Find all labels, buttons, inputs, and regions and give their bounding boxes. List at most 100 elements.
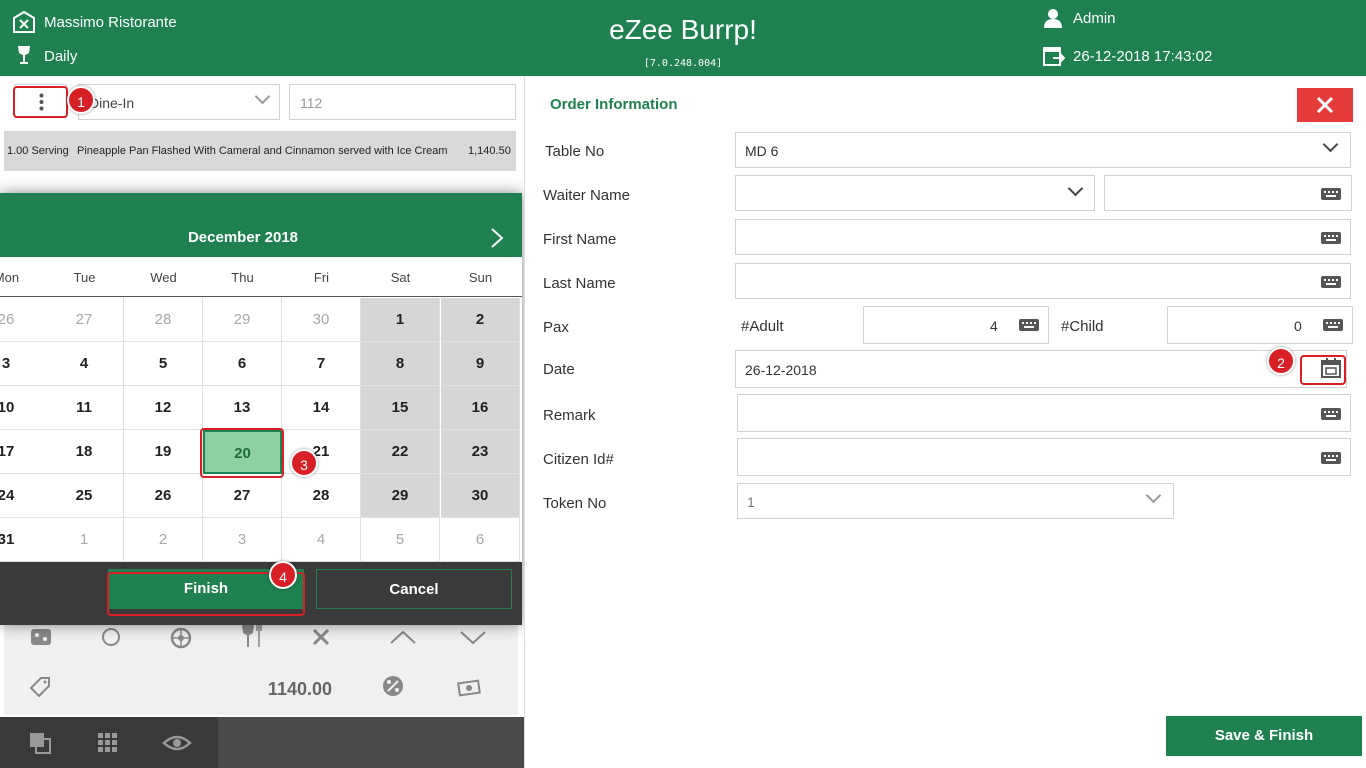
chevron-down-icon[interactable] — [459, 629, 487, 645]
calendar-day[interactable]: 5 — [361, 518, 440, 562]
calendar-day[interactable]: 1 — [45, 518, 124, 562]
calendar-day[interactable]: 8 — [361, 342, 440, 386]
order-type-select[interactable]: Dine-In — [78, 84, 280, 120]
calendar-day[interactable]: 15 — [361, 386, 440, 430]
keyboard-icon[interactable] — [1321, 452, 1341, 464]
order-type-value: Dine-In — [89, 95, 135, 111]
calendar-day[interactable]: 10 — [0, 386, 46, 430]
user-name[interactable]: Admin — [1073, 10, 1116, 27]
wheel-icon[interactable] — [169, 627, 193, 649]
chevron-down-icon — [254, 88, 271, 105]
calendar-day[interactable]: 26 — [124, 474, 203, 518]
calendar-day[interactable]: 11 — [45, 386, 124, 430]
calendar-day[interactable]: 31 — [0, 518, 46, 562]
citizen-id-label: Citizen Id# — [543, 451, 614, 468]
calendar-weekday-row: Mon Tue Wed Thu Fri Sat Sun — [0, 257, 522, 297]
calendar-day[interactable]: 24 — [0, 474, 46, 518]
calendar-day[interactable]: 16 — [441, 386, 520, 430]
child-count-input[interactable]: 0 — [1167, 306, 1353, 344]
last-name-input[interactable] — [735, 263, 1351, 299]
calendar-day[interactable]: 6 — [441, 518, 520, 562]
bottom-nav-spacer — [218, 717, 524, 768]
chevron-up-icon[interactable] — [389, 629, 417, 645]
token-no-value: 1 — [747, 494, 755, 510]
first-name-input[interactable] — [735, 219, 1351, 255]
token-no-label: Token No — [543, 495, 607, 512]
dine-icon[interactable] — [240, 623, 264, 649]
dice-icon[interactable] — [29, 627, 53, 647]
calendar-day[interactable]: 2 — [441, 298, 520, 342]
discount-tag-icon[interactable] — [28, 675, 52, 699]
weekday-label: Sat — [390, 270, 411, 285]
keyboard-icon[interactable] — [1321, 408, 1341, 420]
grid-icon[interactable] — [97, 732, 119, 754]
calendar-day[interactable]: 6 — [203, 342, 282, 386]
calendar-day[interactable]: 5 — [124, 342, 203, 386]
table-input-value: 112 — [300, 95, 323, 111]
calendar-day[interactable]: 19 — [124, 430, 203, 474]
calendar-day[interactable]: 23 — [441, 430, 520, 474]
calendar-day[interactable]: 27 — [45, 298, 124, 342]
calendar-day[interactable]: 17 — [0, 430, 46, 474]
first-name-label: First Name — [543, 231, 617, 248]
citizen-id-input[interactable] — [737, 438, 1351, 476]
calendar-day[interactable]: 26 — [0, 298, 46, 342]
calendar-day[interactable]: 3 — [203, 518, 282, 562]
step-badge-4: 4 — [269, 561, 297, 589]
percent-icon[interactable] — [382, 675, 404, 697]
keyboard-icon[interactable] — [1323, 319, 1343, 331]
calendar-day[interactable]: 7 — [282, 342, 361, 386]
calendar-day[interactable]: 25 — [45, 474, 124, 518]
keyboard-icon[interactable] — [1019, 319, 1039, 331]
adult-count-input[interactable]: 4 — [863, 306, 1049, 344]
keyboard-icon[interactable] — [1321, 232, 1341, 244]
calendar-day[interactable]: 27 — [203, 474, 282, 518]
order-item-row[interactable]: 1.00 Serving Pineapple Pan Flashed With … — [4, 131, 516, 171]
table-no-select[interactable]: MD 6 — [735, 132, 1351, 168]
translate-icon[interactable] — [28, 731, 52, 755]
remark-label: Remark — [543, 407, 596, 424]
keyboard-icon[interactable] — [1321, 188, 1341, 200]
calendar-day[interactable]: 29 — [361, 474, 440, 518]
calendar-day[interactable]: 18 — [45, 430, 124, 474]
table-input[interactable]: 112 — [289, 84, 516, 120]
keyboard-icon[interactable] — [1321, 276, 1341, 288]
chef-icon[interactable] — [99, 627, 123, 647]
save-finish-button[interactable]: Save & Finish — [1166, 716, 1362, 756]
waiter-name-input[interactable] — [1104, 175, 1352, 211]
calendar-day[interactable]: 30 — [282, 298, 361, 342]
order-information-panel: Order Information Table No MD 6 Waiter N… — [524, 76, 1366, 768]
date-label: Date — [543, 361, 575, 378]
calendar-day[interactable]: 9 — [441, 342, 520, 386]
calendar-day[interactable]: 13 — [203, 386, 282, 430]
order-total: 1140.00 — [267, 679, 332, 699]
order-item-name: Pineapple Pan Flashed With Cameral and C… — [77, 145, 448, 157]
weekday-label: Wed — [150, 270, 177, 285]
calendar-day[interactable]: 28 — [124, 298, 203, 342]
calendar-day[interactable]: 22 — [361, 430, 440, 474]
close-button[interactable] — [1297, 88, 1353, 122]
cash-icon[interactable] — [457, 677, 481, 697]
calendar-day[interactable]: 4 — [282, 518, 361, 562]
remark-input[interactable] — [737, 394, 1351, 432]
calendar-day[interactable]: 14 — [282, 386, 361, 430]
date-picker-popup: December 2018 MonTueWedThuFriSatSun 2627… — [0, 193, 522, 625]
weekday-label: Fri — [313, 270, 330, 285]
calendar-day[interactable]: 30 — [441, 474, 520, 518]
app-title: eZee Burrp! — [609, 14, 757, 45]
next-month-icon[interactable] — [490, 227, 504, 249]
calendar-day[interactable]: 28 — [282, 474, 361, 518]
calendar-day[interactable]: 12 — [124, 386, 203, 430]
calendar-day[interactable]: 4 — [45, 342, 124, 386]
weekday-label: Sun — [468, 270, 493, 285]
delete-icon[interactable] — [311, 627, 331, 647]
date-input[interactable]: 26-12-2018 — [735, 350, 1347, 388]
calendar-day[interactable]: 1 — [361, 298, 440, 342]
calendar-day[interactable]: 2 — [124, 518, 203, 562]
waiter-name-select[interactable] — [735, 175, 1095, 211]
token-no-select[interactable]: 1 — [737, 483, 1174, 519]
eye-icon[interactable] — [162, 733, 192, 753]
calendar-day[interactable]: 3 — [0, 342, 46, 386]
calendar-day[interactable]: 29 — [203, 298, 282, 342]
cancel-button[interactable]: Cancel — [316, 569, 512, 609]
